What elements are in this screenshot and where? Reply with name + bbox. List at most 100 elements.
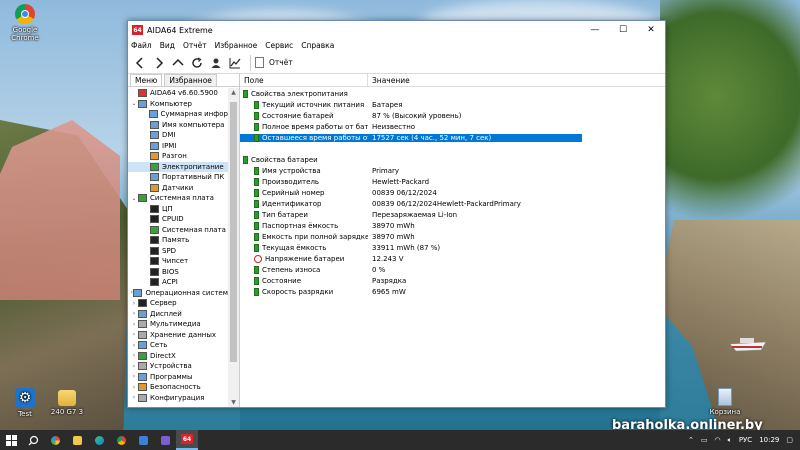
menu-view[interactable]: Вид [160, 41, 175, 50]
windows-icon[interactable] [0, 430, 22, 450]
user-icon[interactable] [208, 55, 224, 71]
expander-icon[interactable]: › [130, 310, 138, 317]
section-header[interactable]: Свойства батареи [240, 154, 665, 165]
scrollbar-thumb[interactable] [230, 102, 237, 362]
tree-item[interactable]: ЦП [128, 204, 228, 215]
battery-icon[interactable]: ▭ [701, 436, 708, 444]
expander-icon[interactable]: › [130, 321, 138, 328]
expander-icon[interactable]: › [130, 300, 138, 307]
details-row[interactable]: Текущая ёмкость 33911 mWh (87 %) [240, 242, 665, 253]
tree-item[interactable]: Датчики [128, 183, 228, 194]
details-row[interactable]: Оставшееся время работы от ...17527 сек … [240, 132, 665, 143]
details-row[interactable]: Серийный номер 00839 06/12/2024 [240, 187, 665, 198]
menu-favorites[interactable]: Избранное [215, 41, 258, 50]
menu-tools[interactable]: Сервис [265, 41, 293, 50]
notifications-icon[interactable]: ▢ [786, 436, 793, 444]
scroll-down-icon[interactable]: ▼ [228, 399, 239, 406]
back-icon[interactable] [132, 55, 148, 71]
minimize-button[interactable]: — [581, 21, 609, 39]
chrome-icon[interactable] [110, 430, 132, 450]
tree-item[interactable]: › Безопасность [128, 382, 228, 393]
scroll-up-icon[interactable]: ▲ [228, 89, 239, 96]
details-row[interactable]: Тип батареи Перезаряжаемая Li-Ion [240, 209, 665, 220]
tree-item[interactable]: Разгон [128, 151, 228, 162]
tree-item[interactable]: Электропитание [128, 161, 228, 172]
section-header[interactable]: Свойства электропитания [240, 88, 665, 99]
network-icon[interactable]: ◠ [715, 436, 721, 444]
tree-item[interactable]: Чипсет [128, 256, 228, 267]
tab-favorites[interactable]: Избранное [164, 74, 217, 86]
tab-menu[interactable]: Меню [130, 74, 163, 86]
expander-icon[interactable]: › [130, 373, 138, 380]
tree-item[interactable]: Портативный ПК [128, 172, 228, 183]
forward-icon[interactable] [151, 55, 167, 71]
details-row[interactable]: Ёмкость при полной зарядке 38970 mWh [240, 231, 665, 242]
edge-icon[interactable] [88, 430, 110, 450]
tree-item[interactable]: › Дисплей [128, 309, 228, 320]
menu-help[interactable]: Справка [301, 41, 334, 50]
details-row[interactable]: Полное время работы от бата... Неизвестно [240, 121, 665, 132]
menu-file[interactable]: Файл [131, 41, 152, 50]
tree-item[interactable]: Память [128, 235, 228, 246]
details-row[interactable]: Скорость разрядки 6965 mW [240, 286, 665, 297]
details-row[interactable]: Степень износа 0 % [240, 264, 665, 275]
tree-item[interactable]: AIDA64 v6.60.5900 [128, 88, 228, 99]
details-row[interactable]: Текущий источник питания Батарея [240, 99, 665, 110]
store-icon[interactable] [132, 430, 154, 450]
expander-icon[interactable]: › [130, 394, 138, 401]
tree-item[interactable]: › Операционная систем [128, 288, 228, 299]
menu-report[interactable]: Отчёт [183, 41, 207, 50]
details-row[interactable]: Напряжение батареи 12.243 V [240, 253, 665, 264]
details-row[interactable]: Состояние батарей 87 % (Высокий уровень) [240, 110, 665, 121]
tree-item[interactable]: › Конфигурация [128, 393, 228, 404]
details-row[interactable]: Имя устройства Primary [240, 165, 665, 176]
column-value[interactable]: Значение [368, 76, 410, 85]
desktop-icon-recycle-bin[interactable]: Корзина [700, 388, 750, 416]
clock[interactable]: 10:29 [759, 436, 779, 444]
chart-icon[interactable] [227, 55, 243, 71]
expander-icon[interactable]: › [130, 331, 138, 338]
tree-item[interactable]: Системная плата [128, 225, 228, 236]
tree-item[interactable]: › Сеть [128, 340, 228, 351]
tree-item[interactable]: ACPI [128, 277, 228, 288]
tree-scrollbar[interactable]: ▲ ▼ [228, 88, 239, 407]
close-button[interactable]: ✕ [637, 21, 665, 39]
column-field[interactable]: Поле [240, 74, 368, 86]
tree-item[interactable]: › Сервер [128, 298, 228, 309]
expander-icon[interactable]: ⌄ [130, 100, 138, 107]
expander-icon[interactable]: › [130, 352, 138, 359]
details-row[interactable]: Паспортная ёмкость 38970 mWh [240, 220, 665, 231]
details-row[interactable]: Производитель Hewlett-Packard [240, 176, 665, 187]
tree-item[interactable]: DMI [128, 130, 228, 141]
expander-icon[interactable]: › [130, 384, 138, 391]
title-bar[interactable]: 64 AIDA64 Extreme — ☐ ✕ [128, 21, 665, 39]
aida64-taskbar-button[interactable]: 64 [176, 430, 198, 450]
expander-icon[interactable]: › [130, 363, 138, 370]
search-icon[interactable] [22, 430, 44, 450]
tree-item[interactable]: Имя компьютера [128, 120, 228, 131]
folder-icon[interactable] [66, 430, 88, 450]
maximize-button[interactable]: ☐ [609, 21, 637, 39]
tree-item[interactable]: BIOS [128, 267, 228, 278]
details-row[interactable]: Состояние Разрядка [240, 275, 665, 286]
volume-icon[interactable]: 🔈︎ [728, 436, 732, 445]
desktop-icon-chrome[interactable]: Google Chrome [0, 4, 50, 42]
tree-item[interactable]: › Программы [128, 372, 228, 383]
tree-item[interactable]: IPMI [128, 141, 228, 152]
tree-item[interactable]: Суммарная инфор [128, 109, 228, 120]
tree-item[interactable]: CPUID [128, 214, 228, 225]
expander-icon[interactable]: › [130, 342, 138, 349]
tree-item[interactable]: › Устройства [128, 361, 228, 372]
tree-item[interactable]: ⌄ Системная плата [128, 193, 228, 204]
chevron-up-icon[interactable]: ⌃ [688, 436, 694, 444]
details-row[interactable]: Идентификатор 00839 06/12/2024Hewlett-Pac… [240, 198, 665, 209]
refresh-icon[interactable] [189, 55, 205, 71]
desktop-icon-folder[interactable]: 240 G7 3 [42, 388, 92, 416]
expander-icon[interactable]: ⌄ [130, 195, 138, 202]
up-icon[interactable] [170, 55, 186, 71]
multicolor-icon[interactable] [44, 430, 66, 450]
tree-item[interactable]: › DirectX [128, 351, 228, 362]
language-indicator[interactable]: РУС [739, 436, 752, 444]
tree-item[interactable]: ⌄ Компьютер [128, 99, 228, 110]
tree-item[interactable]: › Хранение данных [128, 330, 228, 341]
